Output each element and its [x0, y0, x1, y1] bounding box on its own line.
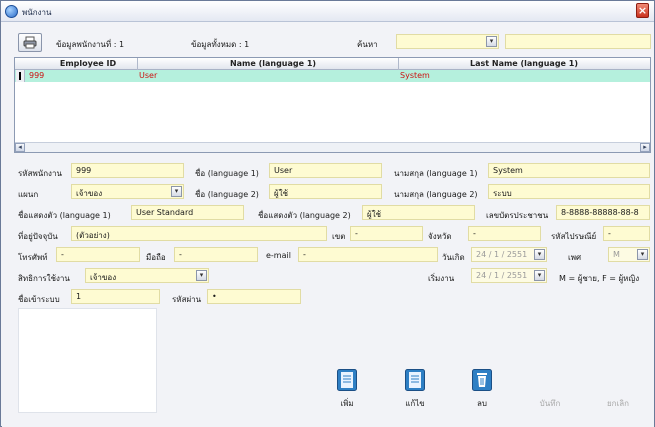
lastname1-field[interactable]: System — [488, 163, 650, 178]
employee-code-field[interactable]: 999 — [71, 163, 184, 178]
content-area: ข้อมูลพนักงานที่ : 1 ข้อมูลทั้งหมด : 1 ค… — [2, 23, 654, 427]
table-row[interactable]: 999 User System — [15, 70, 650, 82]
total-count-label: ข้อมูลทั้งหมด : 1 — [191, 40, 250, 49]
search-field-select[interactable]: ▾ — [396, 34, 499, 49]
start-date-picker[interactable]: 24 / 1 / 2551 ▾ — [471, 268, 547, 283]
password-label: รหัสผ่าน — [172, 295, 202, 304]
chevron-down-icon[interactable]: ▾ — [486, 36, 497, 47]
add-record-icon — [337, 369, 357, 391]
postal-code-field[interactable]: - — [603, 226, 650, 241]
display-name2-field[interactable]: ผู้ใช้ — [362, 205, 475, 220]
email-field[interactable]: - — [298, 247, 438, 262]
window-title: พนักงาน — [22, 8, 52, 17]
column-header-employee-id[interactable]: Employee ID — [25, 59, 151, 68]
cancel-button[interactable]: ยกเลิก — [598, 397, 638, 410]
gender-value: M — [613, 250, 620, 259]
edit-record-icon — [405, 369, 425, 391]
lastname1-label: นามสกุล (language 1) — [394, 169, 478, 178]
start-date-value: 24 / 1 / 2551 — [476, 271, 528, 280]
employee-count-label: ข้อมูลพนักงานที่ : 1 — [56, 40, 125, 49]
display-name2-label: ชื่อแสดงตัว (language 2) — [258, 211, 351, 220]
district-label: เขต — [332, 232, 346, 241]
close-button[interactable]: × — [636, 3, 649, 18]
chevron-down-icon[interactable]: ▾ — [534, 249, 545, 260]
mobile-field[interactable]: - — [174, 247, 258, 262]
access-rights-value: เจ้าของ — [90, 273, 117, 282]
chevron-down-icon[interactable]: ▾ — [534, 270, 545, 281]
cell-employee-id: 999 — [29, 71, 45, 80]
access-rights-select[interactable]: เจ้าของ ▾ — [85, 268, 209, 283]
printer-icon — [23, 36, 37, 49]
gender-hint: M = ผู้ชาย, F = ผู้หญิง — [559, 274, 640, 283]
lastname2-field[interactable]: ระบบ — [488, 184, 650, 199]
mobile-label: มือถือ — [146, 253, 166, 262]
edit-button[interactable] — [400, 369, 430, 393]
display-name1-field[interactable]: User Standard — [131, 205, 244, 220]
delete-button-label[interactable]: ลบ — [462, 397, 502, 410]
birthdate-picker[interactable]: 24 / 1 / 2551 ▾ — [471, 247, 547, 262]
gender-label: เพศ — [568, 253, 582, 262]
search-label: ค้นหา — [357, 40, 378, 49]
province-field[interactable]: - — [468, 226, 541, 241]
column-header-last-name[interactable]: Last Name (language 1) — [398, 59, 650, 68]
gender-select[interactable]: M ▾ — [608, 247, 650, 262]
chevron-down-icon[interactable]: ▾ — [196, 270, 207, 281]
delete-button[interactable] — [467, 369, 497, 393]
chevron-down-icon[interactable]: ▾ — [637, 249, 648, 260]
birthdate-label: วันเกิด — [442, 253, 465, 262]
department-value: เจ้าของ — [76, 189, 103, 198]
employee-window: พนักงาน × ข้อมูลพนักงานที่ : 1 ข้อมูลทั้… — [0, 0, 655, 427]
department-select[interactable]: เจ้าของ ▾ — [71, 184, 184, 199]
edit-button-label[interactable]: แก้ไข — [395, 397, 435, 410]
add-button-label[interactable]: เพิ่ม — [327, 397, 367, 410]
close-icon: × — [637, 4, 648, 17]
search-input[interactable] — [505, 34, 651, 49]
name2-label: ชื่อ (language 2) — [195, 190, 259, 199]
address-label: ที่อยู่ปัจจุบัน — [18, 232, 58, 241]
phone-field[interactable]: - — [56, 247, 140, 262]
scroll-left-icon[interactable]: ◂ — [15, 143, 25, 152]
province-label: จังหวัด — [428, 232, 452, 241]
phone-label: โทรศัพท์ — [18, 253, 48, 262]
access-rights-label: สิทธิการใช้งาน — [18, 274, 70, 283]
name1-label: ชื่อ (language 1) — [195, 169, 259, 178]
national-id-field[interactable]: 8-8888-88888-88-8 — [556, 205, 650, 220]
save-button[interactable]: บันทึก — [530, 397, 570, 410]
app-icon — [5, 5, 18, 18]
national-id-label: เลขบัตรประชาชน — [486, 211, 549, 220]
password-field[interactable]: • — [207, 289, 301, 304]
email-label: e-mail — [266, 251, 291, 260]
print-button[interactable] — [18, 33, 42, 52]
start-date-label: เริ่มงาน — [428, 274, 455, 283]
login-field[interactable]: 1 — [71, 289, 160, 304]
trash-icon — [472, 369, 492, 391]
lastname2-label: นามสกุล (language 2) — [394, 190, 478, 199]
table-header: Employee ID Name (language 1) Last Name … — [15, 58, 650, 70]
scroll-right-icon[interactable]: ▸ — [640, 143, 650, 152]
cell-last-name: System — [400, 71, 430, 80]
name2-field[interactable]: ผู้ใช้ — [269, 184, 382, 199]
title-bar: พนักงาน × — [1, 1, 654, 22]
display-name1-label: ชื่อแสดงตัว (language 1) — [18, 211, 111, 220]
birthdate-value: 24 / 1 / 2551 — [476, 250, 528, 259]
employee-photo[interactable] — [18, 308, 157, 413]
name1-field[interactable]: User — [269, 163, 382, 178]
employee-code-label: รหัสพนักงาน — [18, 169, 62, 178]
department-label: แผนก — [18, 190, 39, 199]
chevron-down-icon[interactable]: ▾ — [171, 186, 182, 197]
postal-code-label: รหัสไปรษณีย์ — [551, 232, 597, 241]
add-button[interactable] — [332, 369, 362, 393]
address-field[interactable]: (ตัวอย่าง) — [71, 226, 327, 241]
cell-name: User — [139, 71, 158, 80]
employee-table: Employee ID Name (language 1) Last Name … — [14, 57, 651, 153]
column-header-name[interactable]: Name (language 1) — [137, 59, 409, 68]
district-field[interactable]: - — [350, 226, 423, 241]
login-label: ชื่อเข้าระบบ — [18, 295, 60, 304]
horizontal-scrollbar[interactable]: ◂ ▸ — [15, 142, 650, 152]
row-indicator — [16, 70, 25, 82]
